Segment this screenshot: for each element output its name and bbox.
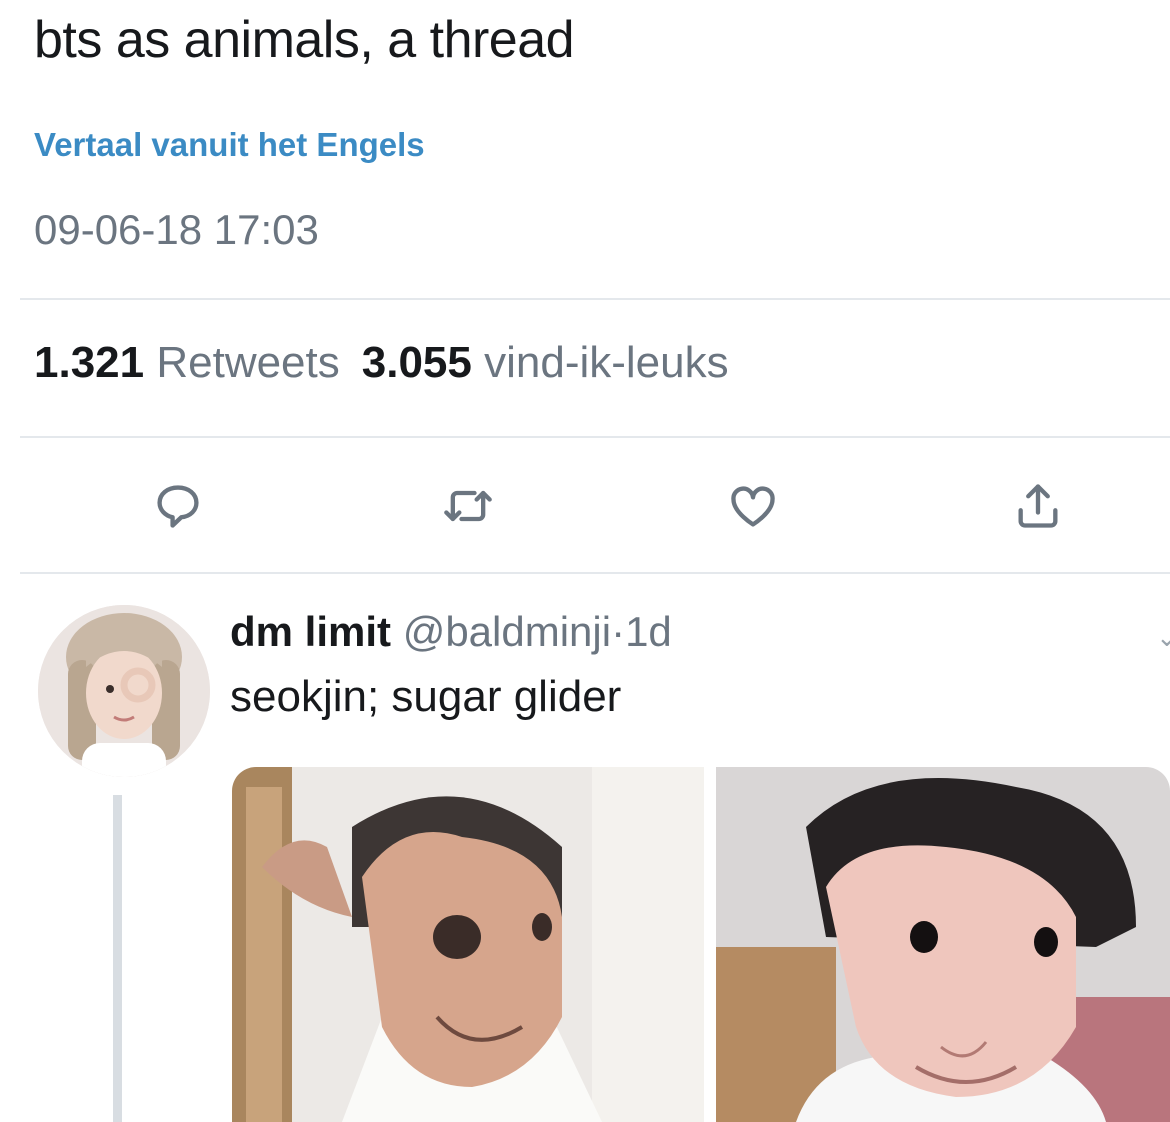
media-image-right[interactable] [716, 767, 1170, 1122]
chevron-down-icon[interactable]: ⌄ [1156, 622, 1170, 653]
reply-display-name[interactable]: dm limit [230, 608, 391, 655]
reply-handle[interactable]: @baldminji [403, 608, 611, 655]
share-button[interactable] [1008, 476, 1068, 536]
likes-label: vind-ik-leuks [484, 338, 729, 387]
tweet-timestamp[interactable]: 09-06-18 17:03 [34, 206, 319, 254]
retweet-button[interactable] [438, 476, 498, 536]
tweet-stats: 1.321 Retweets 3.055 vind-ik-leuks [34, 338, 729, 388]
reply-age[interactable]: 1d [625, 608, 672, 655]
likes-count: 3.055 [361, 338, 472, 387]
thread-line [113, 795, 122, 1122]
retweets-stat[interactable]: 1.321 Retweets [34, 338, 340, 387]
reply-header: dm limit @baldminji·1d [230, 608, 672, 656]
media-image-left[interactable] [232, 767, 704, 1122]
retweets-count: 1.321 [34, 338, 145, 387]
divider [20, 572, 1170, 574]
tweet-text: bts as animals, a thread [34, 11, 575, 69]
retweet-icon [444, 490, 492, 522]
retweets-label: Retweets [156, 338, 340, 387]
media-photo [232, 767, 704, 1122]
avatar[interactable] [38, 605, 210, 777]
like-button[interactable] [723, 476, 783, 536]
share-icon [1018, 484, 1058, 528]
reply-icon [157, 485, 199, 528]
divider [20, 298, 1170, 300]
translate-link[interactable]: Vertaal vanuit het Engels [34, 126, 425, 164]
avatar-photo [38, 605, 210, 777]
divider [20, 436, 1170, 438]
reply-separator: · [611, 608, 626, 655]
reply-text: seokjin; sugar glider [230, 672, 622, 721]
media-photo [716, 767, 1170, 1122]
like-icon [731, 486, 775, 527]
likes-stat[interactable]: 3.055 vind-ik-leuks [362, 338, 729, 387]
reply-button[interactable] [148, 476, 208, 536]
